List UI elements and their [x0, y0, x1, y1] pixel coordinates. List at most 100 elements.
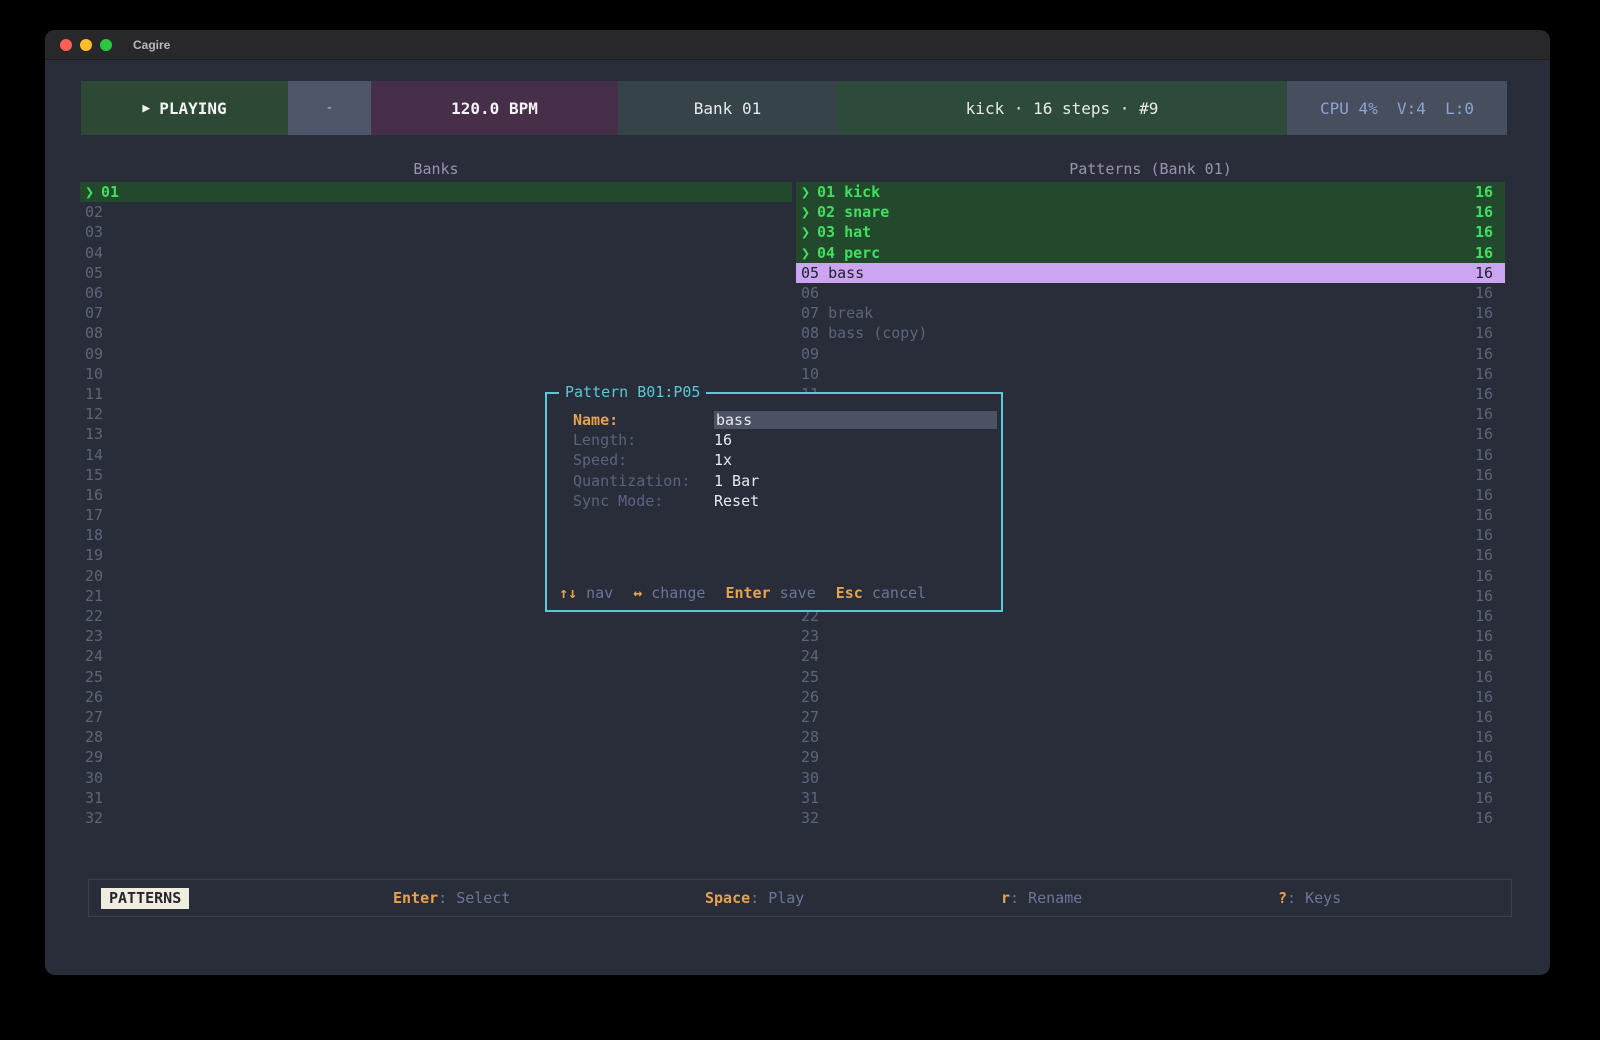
pattern-row[interactable]: 08bass (copy)16: [796, 323, 1505, 343]
pattern-length: 16: [1475, 668, 1505, 686]
hint-label: change: [651, 584, 705, 602]
bank-number: 32: [85, 809, 103, 827]
pattern-number: 28: [801, 728, 819, 746]
bank-row[interactable]: 27: [80, 707, 792, 727]
bank-row[interactable]: 08: [80, 323, 792, 343]
dialog-field-row: Name:bass: [547, 410, 1001, 430]
pattern-number: 02: [817, 203, 835, 221]
pattern-length: 16: [1475, 324, 1505, 342]
pattern-row[interactable]: 2316: [796, 626, 1505, 646]
pattern-length: 16: [1475, 405, 1505, 423]
bank-number: 15: [85, 466, 103, 484]
pattern-row[interactable]: 3116: [796, 788, 1505, 808]
status-bar: PATTERNS Enter: SelectSpace: Playr: Rena…: [88, 879, 1512, 917]
pattern-row[interactable]: 3216: [796, 808, 1505, 828]
bank-row[interactable]: 30: [80, 767, 792, 787]
bank-number: 21: [85, 587, 103, 605]
pattern-number: 03: [817, 223, 835, 241]
pattern-row[interactable]: ❯04perc16: [796, 243, 1505, 263]
statusbar-key-hint: Enter: Select: [393, 889, 510, 907]
pattern-row[interactable]: 24 16: [796, 646, 1505, 666]
bank-row[interactable]: 23: [80, 626, 792, 646]
key-hint: ↔ change: [633, 584, 705, 602]
pattern-length: 16: [1475, 748, 1505, 766]
pattern-row[interactable]: 2916: [796, 747, 1505, 767]
bank-row[interactable]: 26: [80, 687, 792, 707]
bank-row[interactable]: 10: [80, 364, 792, 384]
field-value[interactable]: 1x: [714, 451, 732, 469]
dialog-fields: Name:bassLength:16Speed:1xQuantization:1…: [547, 394, 1001, 511]
bank-number: 28: [85, 728, 103, 746]
bank-number: 02: [85, 203, 103, 221]
macos-titlebar: Cagire: [45, 30, 1550, 60]
pattern-number: 24: [801, 647, 819, 665]
pattern-name: bass (copy): [828, 324, 927, 342]
bank-row[interactable]: 28: [80, 727, 792, 747]
dialog-field-row: Length:16: [547, 430, 1001, 450]
field-value[interactable]: 1 Bar: [714, 472, 759, 490]
field-value[interactable]: bass: [714, 411, 997, 429]
bank-row[interactable]: 09: [80, 344, 792, 364]
dialog-field-row: Sync Mode:Reset: [547, 491, 1001, 511]
bank-number: 09: [85, 345, 103, 363]
hint-key: Enter: [725, 584, 779, 602]
key-hint: ↑↓ nav: [559, 584, 613, 602]
key-hint: Enter save: [725, 584, 815, 602]
bank-row[interactable]: 02: [80, 202, 792, 222]
transport-bar: ▶ PLAYING - 120.0 BPM Bank 01 kick · 16 …: [81, 81, 1507, 135]
bank-row[interactable]: 06: [80, 283, 792, 303]
bank-row[interactable]: 05: [80, 263, 792, 283]
zoom-window-icon[interactable]: [100, 39, 112, 51]
field-label: Length:: [573, 431, 714, 449]
bank-row[interactable]: 32: [80, 808, 792, 828]
active-chevron-icon: ❯: [801, 183, 810, 201]
bank-number: 16: [85, 486, 103, 504]
window-title: Cagire: [133, 38, 170, 52]
active-chevron-icon: ❯: [801, 244, 810, 262]
pattern-row[interactable]: 3016: [796, 767, 1505, 787]
play-icon: ▶: [142, 101, 150, 116]
pattern-length: 16: [1475, 203, 1505, 221]
bank-row[interactable]: ❯01: [80, 182, 792, 202]
pattern-row[interactable]: 2516: [796, 667, 1505, 687]
bank-number: 04: [85, 244, 103, 262]
bank-number: 05: [85, 264, 103, 282]
hint-key: ?: [1278, 889, 1287, 907]
field-label: Sync Mode:: [573, 492, 714, 510]
pattern-row[interactable]: 28 16: [796, 727, 1505, 747]
pattern-row[interactable]: 2616: [796, 687, 1505, 707]
pattern-length: 16: [1475, 728, 1505, 746]
pattern-row[interactable]: 1016: [796, 364, 1505, 384]
metronome-segment: -: [288, 81, 371, 135]
bank-row[interactable]: 07: [80, 303, 792, 323]
bank-row[interactable]: 24: [80, 646, 792, 666]
bank-row[interactable]: 29: [80, 747, 792, 767]
hint-key: ↔: [633, 584, 651, 602]
bank-number: 30: [85, 769, 103, 787]
pattern-row[interactable]: 2716: [796, 707, 1505, 727]
pattern-length: 16: [1475, 567, 1505, 585]
pattern-row[interactable]: 0616: [796, 283, 1505, 303]
patterns-header: Patterns (Bank 01): [796, 160, 1505, 181]
pattern-row[interactable]: 0916: [796, 344, 1505, 364]
pattern-row[interactable]: ❯02snare16: [796, 202, 1505, 222]
pattern-row[interactable]: 07break16: [796, 303, 1505, 323]
field-value[interactable]: 16: [714, 431, 732, 449]
window-controls: [45, 39, 112, 51]
pattern-row[interactable]: 05bass16: [796, 263, 1505, 283]
bank-row[interactable]: 25: [80, 667, 792, 687]
bank-row[interactable]: 03: [80, 222, 792, 242]
pattern-number: 27: [801, 708, 819, 726]
pattern-number: 32: [801, 809, 819, 827]
bank-row[interactable]: 31: [80, 788, 792, 808]
bpm-display: 120.0 BPM: [371, 81, 618, 135]
pattern-row[interactable]: ❯01kick16: [796, 182, 1505, 202]
bank-row[interactable]: 04: [80, 243, 792, 263]
pattern-length: 16: [1475, 647, 1505, 665]
pattern-name: snare: [844, 203, 889, 221]
minimize-window-icon[interactable]: [80, 39, 92, 51]
close-window-icon[interactable]: [60, 39, 72, 51]
field-value[interactable]: Reset: [714, 492, 759, 510]
pattern-length: 16: [1475, 688, 1505, 706]
pattern-row[interactable]: ❯03hat16: [796, 222, 1505, 242]
